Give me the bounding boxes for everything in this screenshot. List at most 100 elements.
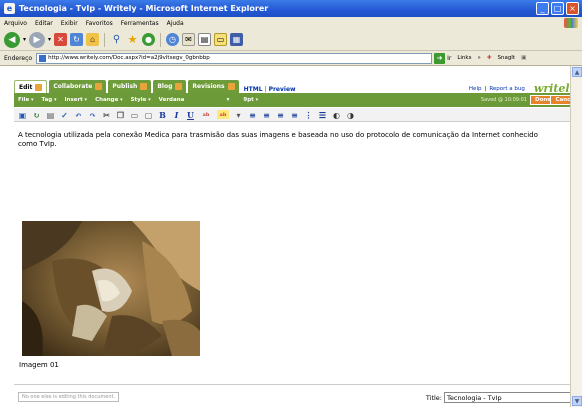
outdent-icon[interactable]: ◐ xyxy=(332,110,341,120)
refresh-icon[interactable]: ↻ xyxy=(70,33,84,46)
snagit-label[interactable]: SnagIt xyxy=(497,55,515,61)
history-icon[interactable]: ◷ xyxy=(166,33,180,46)
highlight-icon[interactable]: ab xyxy=(217,110,229,119)
back-icon[interactable]: ◀ xyxy=(4,31,20,48)
bold-icon[interactable]: B xyxy=(158,110,167,120)
align-left-icon[interactable]: ≡ xyxy=(248,110,257,120)
tag-menu[interactable]: Tag xyxy=(42,97,57,103)
undo-icon[interactable]: ↶ xyxy=(74,110,83,120)
menu-favoritos[interactable]: Favoritos xyxy=(86,20,113,27)
font-color-icon[interactable]: ab xyxy=(200,110,212,119)
tab-edit[interactable]: Edit xyxy=(14,80,48,93)
scroll-down-icon[interactable]: ▼ xyxy=(572,396,582,406)
forward-icon[interactable]: ▶ xyxy=(29,31,46,48)
title-input[interactable]: Tecnologia - TvIp xyxy=(444,392,580,403)
font-dropdown-icon[interactable]: ▾ xyxy=(227,97,230,103)
tab-blog-icon xyxy=(175,83,183,90)
scroll-up-icon[interactable]: ▲ xyxy=(572,67,582,77)
stop-icon[interactable]: ✕ xyxy=(54,33,68,46)
justify-icon[interactable]: ≡ xyxy=(290,110,299,120)
print-doc-icon[interactable]: ▤ xyxy=(46,110,55,120)
messenger-icon[interactable]: ▦ xyxy=(230,33,244,46)
italic-icon[interactable]: I xyxy=(172,110,181,120)
menu-editar[interactable]: Editar xyxy=(35,20,53,27)
tab-revisions[interactable]: Revisions xyxy=(188,80,239,93)
tab-label: Blog xyxy=(157,83,173,90)
report-bug-link[interactable]: Report a bug xyxy=(489,86,525,92)
windows-logo-icon xyxy=(564,18,578,28)
edit-icon[interactable]: ▭ xyxy=(214,33,228,46)
mail-icon[interactable]: ✉ xyxy=(182,33,196,46)
help-link[interactable]: Help xyxy=(469,86,482,92)
refresh-doc-icon[interactable]: ↻ xyxy=(32,110,41,120)
menu-ajuda[interactable]: Ajuda xyxy=(167,20,184,27)
underline-icon[interactable]: U xyxy=(186,110,195,120)
numbered-list-icon[interactable]: ⋮ xyxy=(304,110,313,120)
tab-publish-icon xyxy=(140,83,148,90)
change-menu[interactable]: Change xyxy=(95,97,123,103)
xray-photo xyxy=(22,221,200,356)
font-select[interactable]: Verdana xyxy=(159,97,219,103)
tab-label: Revisions xyxy=(192,83,225,90)
snagit-icon[interactable]: ▣ xyxy=(521,55,526,61)
tab-publish[interactable]: Publish xyxy=(108,80,152,93)
menu-arquivo[interactable]: Arquivo xyxy=(4,20,27,27)
links-label[interactable]: Links xyxy=(457,55,471,61)
tab-label: Collaborate xyxy=(53,83,93,90)
media-icon[interactable]: ● xyxy=(142,33,156,46)
paste-special-icon[interactable]: ▢ xyxy=(144,110,153,120)
image-caption: Imagem 01 xyxy=(19,361,59,369)
menu-ferramentas[interactable]: Ferramentas xyxy=(121,20,159,27)
redo-icon[interactable]: ↷ xyxy=(88,110,97,120)
home-icon[interactable]: ⌂ xyxy=(86,33,100,46)
paste-icon[interactable]: ▭ xyxy=(130,110,139,120)
tab-separator: | xyxy=(264,86,267,93)
maximize-button[interactable]: □ xyxy=(551,2,564,15)
saved-status: Saved @ 10:09:01 xyxy=(480,97,527,103)
document-area[interactable]: A tecnologia utilizada pela conexão Medi… xyxy=(14,123,582,383)
vertical-scrollbar[interactable]: ▲ ▼ xyxy=(570,66,582,407)
cut-icon[interactable]: ✂ xyxy=(102,110,111,120)
document-footer: No one else is editing this document. Ti… xyxy=(14,384,582,407)
preview-link[interactable]: Preview xyxy=(269,86,296,93)
address-extras: Links » ✚ SnagIt ▣ xyxy=(457,55,526,61)
search-icon[interactable]: ⚲ xyxy=(110,33,123,46)
tab-revisions-icon xyxy=(227,83,235,90)
toolbar-separator xyxy=(160,32,162,47)
file-menu[interactable]: File xyxy=(18,97,34,103)
indent-icon[interactable]: ◑ xyxy=(346,110,355,120)
tab-blog[interactable]: Blog xyxy=(153,80,187,93)
font-size-select[interactable]: 9pt xyxy=(243,97,258,103)
go-icon[interactable]: ➜ xyxy=(434,52,446,64)
back-dropdown-icon[interactable]: ▾ xyxy=(23,36,26,43)
bullet-list-icon[interactable]: ☰ xyxy=(318,110,327,120)
print-icon[interactable]: ▤ xyxy=(198,33,212,46)
html-link[interactable]: HTML xyxy=(244,86,263,93)
align-right-icon[interactable]: ≡ xyxy=(276,110,285,120)
address-bar: Endereço http://www.writely.com/Doc.aspx… xyxy=(0,51,582,66)
collaborators-message: No one else is editing this document. xyxy=(18,392,120,402)
align-center-icon[interactable]: ≡ xyxy=(262,110,271,120)
go-label[interactable]: Ir xyxy=(447,55,451,62)
tab-collaborate-icon xyxy=(95,83,103,90)
forward-dropdown-icon[interactable]: ▾ xyxy=(48,36,51,43)
copy-icon[interactable]: ❐ xyxy=(116,110,125,120)
format-menu-bar: File Tag Insert Change Style Verdana ▾ 9… xyxy=(14,93,582,107)
tab-row: Edit Collaborate Publish Blog Revisions … xyxy=(14,79,582,95)
insert-menu[interactable]: Insert xyxy=(65,97,88,103)
url-input[interactable]: http://www.writely.com/Doc.aspx?id=a2j9v… xyxy=(36,52,433,64)
spellcheck-icon[interactable]: ✓ xyxy=(60,110,69,120)
addon-icon[interactable]: ✚ xyxy=(487,55,492,61)
tab-edit-icon xyxy=(35,83,43,91)
document-image[interactable] xyxy=(22,221,200,356)
chevron-right-icon[interactable]: » xyxy=(477,55,480,61)
menu-exibir[interactable]: Exibir xyxy=(61,20,78,27)
title-label: Title: xyxy=(425,394,442,402)
close-button[interactable]: × xyxy=(566,2,579,15)
favorites-star-icon[interactable]: ★ xyxy=(126,33,139,46)
tab-collaborate[interactable]: Collaborate xyxy=(49,80,107,93)
style-menu[interactable]: Style xyxy=(131,97,151,103)
save-icon[interactable]: ▣ xyxy=(18,110,27,120)
format-dropdown-icon[interactable]: ▾ xyxy=(234,110,243,120)
minimize-button[interactable]: _ xyxy=(536,2,549,15)
